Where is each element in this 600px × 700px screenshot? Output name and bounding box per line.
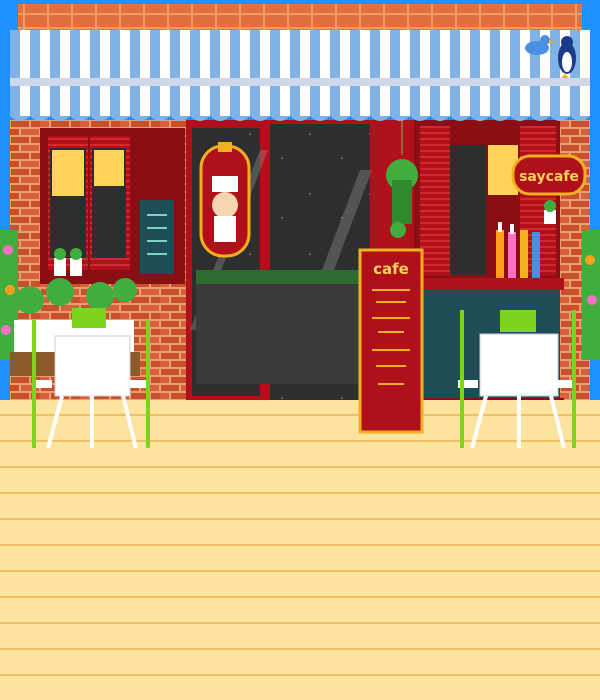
- scene-canvas: saycafe cafe: [0, 0, 600, 700]
- cafe-scene: saycafe cafe: [0, 0, 600, 700]
- menu-board-title: cafe: [373, 260, 409, 278]
- potted-plant-right: [544, 200, 556, 224]
- menu-board: cafe: [358, 248, 424, 434]
- chef-portrait-icon: [199, 142, 251, 258]
- top-brick-band: [18, 4, 582, 30]
- chalkboard-sign: [140, 200, 174, 274]
- shop-sign-text: saycafe: [519, 169, 579, 185]
- right-flower-bush: [582, 230, 600, 360]
- awning: [10, 30, 590, 121]
- shop-sign: saycafe: [511, 154, 587, 196]
